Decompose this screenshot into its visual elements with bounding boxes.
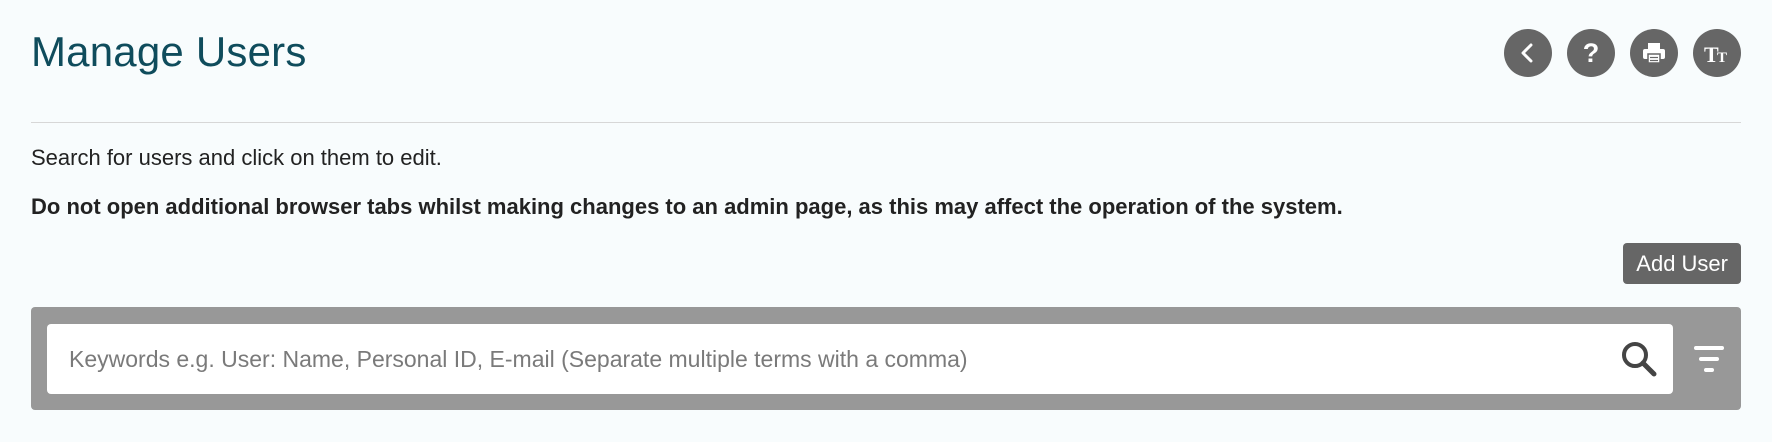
warning-text: Do not open additional browser tabs whil… — [31, 194, 1343, 219]
search-box — [47, 324, 1673, 394]
page-header: Manage Users ? T T — [31, 0, 1741, 122]
svg-text:?: ? — [1583, 39, 1600, 67]
filter-button[interactable] — [1691, 341, 1727, 377]
search-panel — [31, 307, 1741, 410]
search-icon — [1622, 342, 1657, 377]
header-divider — [31, 122, 1741, 123]
header-toolbar: ? T T — [1504, 29, 1741, 77]
intro-text: Search for users and click on them to ed… — [31, 145, 442, 170]
page-title: Manage Users — [31, 28, 307, 75]
search-button[interactable] — [1619, 339, 1659, 379]
chevron-left-icon — [1521, 43, 1533, 63]
print-button[interactable] — [1630, 29, 1678, 77]
filter-icon — [1694, 346, 1724, 372]
question-icon: ? — [1583, 39, 1600, 67]
text-size-button[interactable]: T T — [1693, 29, 1741, 77]
help-button[interactable]: ? — [1567, 29, 1615, 77]
add-user-button[interactable]: Add User — [1623, 243, 1741, 284]
svg-text:T: T — [1717, 50, 1727, 65]
search-input[interactable] — [47, 324, 1587, 394]
printer-icon — [1643, 43, 1665, 64]
text-size-icon: T T — [1704, 42, 1727, 65]
back-button[interactable] — [1504, 29, 1552, 77]
